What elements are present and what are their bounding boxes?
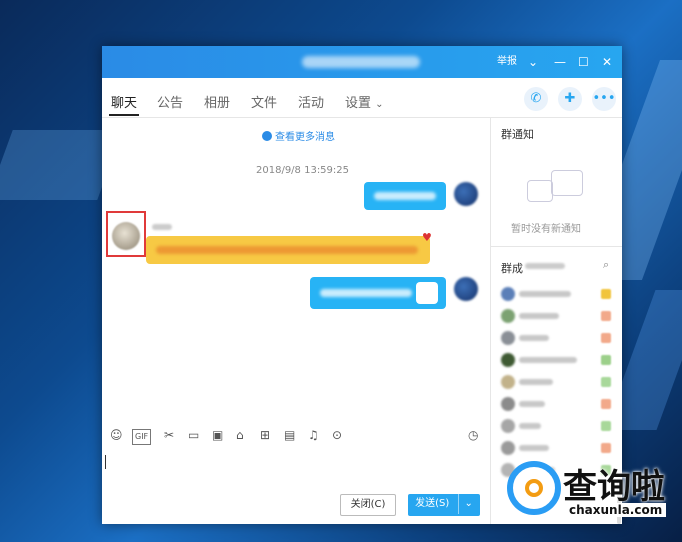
more-icon[interactable]: ⊙	[332, 428, 342, 442]
phone-call-button[interactable]: ✆	[524, 87, 548, 111]
list-item[interactable]	[499, 306, 617, 326]
clock-icon	[262, 131, 272, 141]
list-item[interactable]	[499, 328, 617, 348]
view-more-messages-link[interactable]: 查看更多消息	[262, 128, 335, 143]
maximize-icon[interactable]: ☐	[578, 53, 589, 71]
tab-bar: 聊天 公告 相册 文件 活动 设置 ⌄ ✆ ✚ •••	[102, 78, 622, 118]
scissors-icon[interactable]: ✂	[164, 428, 174, 442]
more-options-button[interactable]: •••	[592, 87, 616, 111]
message-text-blurred	[320, 289, 412, 297]
avatar	[501, 419, 515, 433]
member-name-blurred	[519, 423, 541, 429]
message-text-blurred	[156, 246, 418, 254]
incoming-message-bubble[interactable]	[146, 236, 430, 264]
outgoing-message-bubble[interactable]	[310, 277, 446, 309]
group-members-title: 群成	[501, 262, 523, 275]
empty-notice-text: 暂时没有新通知	[511, 224, 581, 235]
list-item[interactable]	[499, 394, 617, 414]
search-icon[interactable]: ⌕	[603, 258, 609, 272]
tab-files[interactable]: 文件	[251, 92, 277, 111]
message-input[interactable]	[102, 448, 490, 486]
watermark-text: 查询啦	[563, 467, 665, 507]
chat-window: 举报 ⌄ — ☐ ✕ 聊天 公告 相册 文件 活动 设置 ⌄ ✆ ✚ ••• 查…	[102, 46, 622, 524]
send-options-dropdown[interactable]: ⌄	[458, 494, 473, 514]
image-icon[interactable]: ▣	[212, 428, 223, 442]
avatar	[501, 309, 515, 323]
close-icon[interactable]: ✕	[602, 53, 612, 71]
title-bar[interactable]: 举报 ⌄ — ☐ ✕	[102, 46, 622, 78]
member-badge	[601, 333, 611, 343]
chevron-down-icon[interactable]: ⌄	[528, 53, 538, 71]
list-item[interactable]	[499, 416, 617, 436]
list-item[interactable]	[499, 284, 617, 304]
minimize-icon[interactable]: —	[554, 53, 566, 71]
folder-icon[interactable]: ▭	[188, 428, 199, 442]
chevron-down-icon: ⌄	[375, 99, 384, 110]
tab-settings-label: 设置	[345, 96, 372, 111]
avatar	[501, 287, 515, 301]
avatar	[501, 397, 515, 411]
avatar[interactable]	[454, 182, 478, 206]
avatar	[501, 375, 515, 389]
member-name-blurred	[519, 313, 559, 319]
tab-settings[interactable]: 设置 ⌄	[345, 92, 384, 111]
send-button[interactable]: 发送(S) ⌄	[408, 494, 480, 516]
empty-notice-illustration	[527, 170, 585, 210]
member-name-blurred	[519, 357, 577, 363]
member-badge	[601, 355, 611, 365]
heart-icon: ♥	[422, 231, 432, 244]
logo-badge-inner-icon	[525, 479, 543, 497]
view-more-label: 查看更多消息	[275, 132, 335, 143]
shopping-icon[interactable]: ⌂	[236, 428, 244, 442]
window-title-blurred	[302, 56, 420, 68]
divider	[491, 246, 622, 247]
gift-icon[interactable]: ⊞	[260, 428, 270, 442]
member-badge	[601, 311, 611, 321]
tab-album[interactable]: 相册	[204, 92, 230, 111]
emoji-icon[interactable]: ☺	[110, 428, 123, 442]
chat-bubble-outline-icon	[551, 170, 583, 196]
member-badge	[601, 377, 611, 387]
close-button[interactable]: 关闭(C)	[340, 494, 396, 516]
member-badge	[601, 421, 611, 431]
gif-icon[interactable]: GIF	[132, 429, 152, 445]
list-item[interactable]	[499, 372, 617, 392]
text-caret	[105, 455, 106, 469]
tab-chat[interactable]: 聊天	[108, 92, 140, 116]
member-name-blurred	[519, 335, 549, 341]
avatar	[501, 331, 515, 345]
tab-activities[interactable]: 活动	[298, 92, 324, 111]
watermark-logo: 查询啦 chaxunla.com	[505, 455, 675, 525]
avatar[interactable]	[454, 277, 478, 301]
list-item[interactable]	[499, 350, 617, 370]
tab-announcement[interactable]: 公告	[157, 92, 183, 111]
group-notice-title: 群通知	[501, 128, 534, 141]
message-list[interactable]: 查看更多消息 2018/9/8 13:59:25 ♥	[102, 118, 490, 418]
avatar	[501, 353, 515, 367]
report-button[interactable]: 举报	[497, 53, 517, 71]
outgoing-message-bubble[interactable]	[364, 182, 446, 210]
message-timestamp: 2018/9/8 13:59:25	[256, 165, 350, 176]
watermark-url: chaxunla.com	[565, 503, 667, 517]
member-count-blurred	[525, 263, 565, 269]
sticker-icon	[416, 282, 438, 304]
composer-toolbar: ☺ GIF ✂ ▭ ▣ ⌂ ⊞ ▤ ♫ ⊙ ◷	[102, 424, 490, 448]
member-name-blurred	[519, 379, 553, 385]
message-text-blurred	[374, 192, 436, 200]
bell-icon[interactable]: ♫	[308, 428, 319, 442]
member-badge	[601, 289, 611, 299]
chat-bubble-outline-icon	[527, 180, 553, 202]
send-label: 发送(S)	[415, 498, 450, 509]
calendar-icon[interactable]: ▤	[284, 428, 295, 442]
member-name-blurred	[519, 401, 545, 407]
sender-name-blurred	[152, 224, 172, 230]
avatar	[501, 441, 515, 455]
sender-avatar[interactable]	[112, 222, 140, 250]
new-message-button[interactable]: ✚	[558, 87, 582, 111]
member-badge	[601, 399, 611, 409]
member-name-blurred	[519, 291, 571, 297]
member-name-blurred	[519, 445, 549, 451]
member-badge	[601, 443, 611, 453]
history-icon[interactable]: ◷	[468, 428, 478, 442]
